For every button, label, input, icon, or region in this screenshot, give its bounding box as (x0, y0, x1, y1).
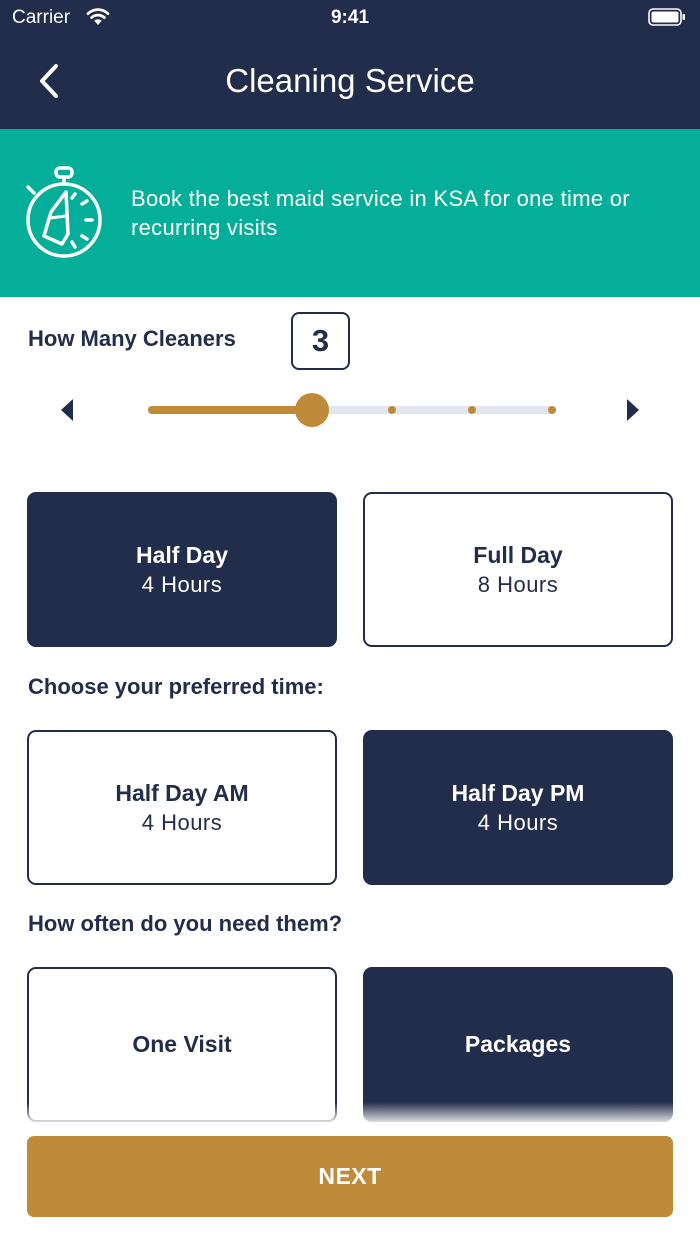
option-hours: 8 Hours (477, 571, 559, 597)
option-hours: 4 Hours (477, 809, 559, 835)
option-hours: 4 Hours (141, 809, 223, 835)
option-title: Half Day AM (115, 779, 249, 806)
one-visit-option[interactable]: One Visit (27, 967, 337, 1122)
increase-arrow-icon[interactable] (626, 398, 640, 422)
full-day-option[interactable]: Full Day 8 Hours (363, 492, 673, 647)
stopwatch-cleaning-icon (24, 164, 104, 265)
battery-icon (648, 7, 686, 32)
option-title: One Visit (132, 1031, 232, 1057)
half-day-am-option[interactable]: Half Day AM 4 Hours (27, 730, 337, 885)
top-bar: Carrier 9:41 Cleaning Service (0, 0, 700, 129)
option-title: Full Day (473, 541, 563, 568)
option-title: Half Day PM (451, 779, 585, 806)
packages-option[interactable]: Packages (363, 967, 673, 1122)
time-label: Choose your preferred time: (28, 674, 324, 699)
cleaners-label: How Many Cleaners (28, 326, 236, 351)
status-time: 9:41 (330, 7, 370, 28)
banner-text: Book the best maid service in KSA for on… (131, 186, 630, 240)
half-day-pm-option[interactable]: Half Day PM 4 Hours (363, 730, 673, 885)
cleaners-count: 3 (291, 312, 350, 370)
slider-thumb[interactable] (295, 393, 329, 427)
option-hours: 4 Hours (141, 571, 223, 597)
status-bar: Carrier 9:41 (0, 0, 700, 38)
slider-step-dot (548, 406, 556, 414)
info-banner: Book the best maid service in KSA for on… (0, 129, 700, 297)
slider-fill (148, 406, 312, 414)
option-title: Half Day (135, 541, 229, 568)
slider-step-dot (388, 406, 396, 414)
slider-step-dot (468, 406, 476, 414)
page-title: Cleaning Service (225, 62, 475, 99)
half-day-option[interactable]: Half Day 4 Hours (27, 492, 337, 647)
frequency-label: How often do you need them? (28, 911, 343, 936)
next-button[interactable]: NEXT (27, 1136, 673, 1217)
decrease-arrow-icon[interactable] (60, 398, 74, 422)
cleaners-slider[interactable] (148, 392, 556, 428)
option-title: Packages (464, 1031, 572, 1057)
